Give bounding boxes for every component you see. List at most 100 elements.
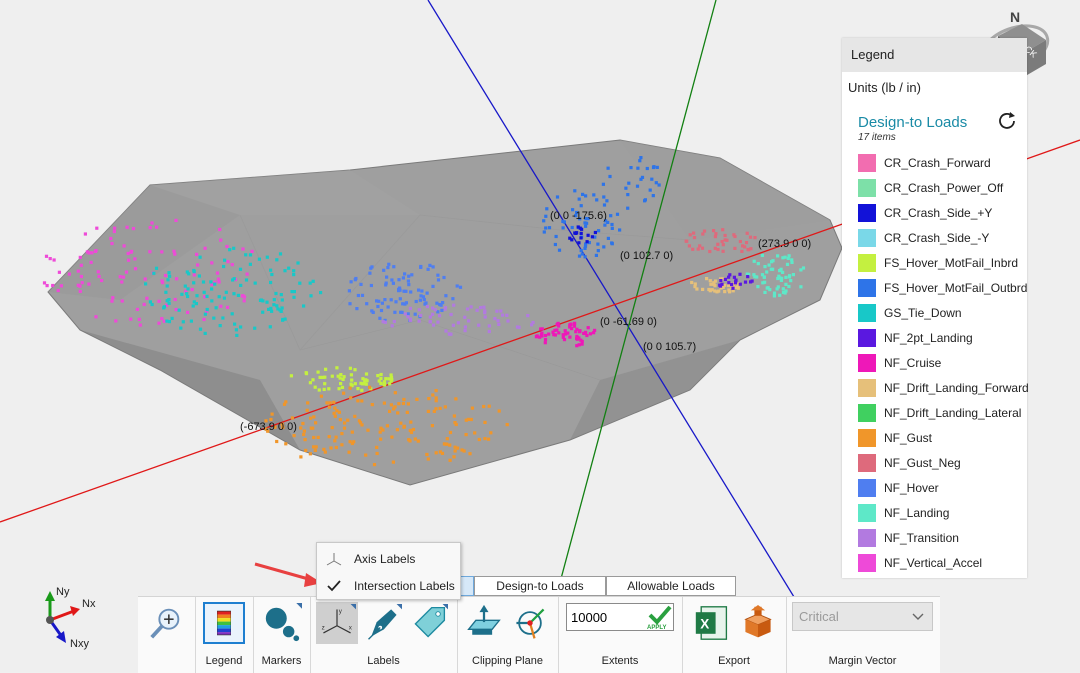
legend-item-label: NF_Gust: [884, 430, 933, 445]
export-excel-button[interactable]: X: [692, 603, 732, 643]
markers-group: Markers: [253, 597, 311, 673]
pen-nib-icon: [368, 604, 402, 640]
menu-item-intersection-labels[interactable]: Intersection Labels: [317, 573, 460, 599]
check-icon: [327, 580, 341, 592]
legend-item-label: NF_2pt_Landing: [884, 330, 973, 345]
legend-item[interactable]: CR_Crash_Side_-Y: [858, 225, 1029, 250]
intersection-label-x-neg: (-673.9 0 0): [240, 421, 297, 433]
tag-icon: [414, 604, 448, 638]
legend-item[interactable]: NF_Drift_Landing_Lateral: [858, 400, 1029, 425]
legend-item[interactable]: NF_Hover: [858, 475, 1029, 500]
axes-icon: y x z: [322, 604, 356, 634]
legend-swatch: [858, 478, 876, 497]
intersection-label-z-pos: (0 0 105.7): [643, 341, 696, 353]
export-group-label: Export: [718, 655, 750, 667]
zoom-in-icon: [150, 608, 180, 639]
svg-text:X: X: [700, 616, 709, 631]
legend-swatch: [858, 428, 876, 447]
legend-swatch: [858, 153, 876, 172]
legend-item[interactable]: NF_Gust_Neg: [858, 450, 1029, 475]
legend-item[interactable]: NF_Drift_Landing_Forward: [858, 375, 1029, 400]
triad-z-label: Nxy: [70, 638, 89, 650]
tab-allowable-loads[interactable]: Allowable Loads: [606, 576, 736, 596]
export-box-icon: [744, 605, 772, 638]
legend-toggle-button[interactable]: [203, 602, 245, 644]
annotation-button[interactable]: [362, 602, 404, 644]
compass-north-label: N: [1010, 9, 1020, 25]
legend-item-label: NF_Vertical_Accel: [884, 555, 983, 570]
intersection-label-y-neg: (0 -61.69 0): [600, 316, 657, 328]
legend-item-label: CR_Crash_Side_+Y: [884, 205, 993, 220]
legend-item[interactable]: GS_Tie_Down: [858, 300, 1029, 325]
legend-item-label: FS_Hover_MotFail_Inbrd: [884, 255, 1019, 270]
markers-icon: [265, 603, 302, 642]
legend-item[interactable]: FS_Hover_MotFail_Inbrd: [858, 250, 1029, 275]
margin-vector-group-label: Margin Vector: [828, 655, 897, 667]
legend-list: CR_Crash_Forward CR_Crash_Power_Off CR_Cra…: [858, 150, 1029, 575]
legend-item-label: NF_Cruise: [884, 355, 942, 370]
svg-text:y: y: [339, 608, 343, 615]
labels-group-label: Labels: [367, 655, 400, 667]
legend-item[interactable]: NF_Transition: [858, 525, 1029, 550]
labels-group: y x z Labels: [310, 597, 458, 673]
svg-text:z: z: [322, 624, 325, 631]
axis-labels-menu-button[interactable]: y x z: [316, 602, 358, 644]
intersection-label-y-pos: (0 102.7 0): [620, 250, 673, 262]
clipping-plane-icon: [467, 604, 501, 635]
legend-item[interactable]: NF_Gust: [858, 425, 1029, 450]
export-group: X Export: [682, 597, 787, 673]
legend-swatch: [858, 278, 876, 297]
margin-vector-value: Critical: [799, 609, 839, 624]
legend-item[interactable]: CR_Crash_Forward: [858, 150, 1029, 175]
legend-item-label: NF_Hover: [884, 480, 939, 495]
triad-y-label: Ny: [56, 586, 70, 598]
extents-group-label: Extents: [601, 655, 639, 667]
axes-small-icon: [326, 553, 342, 566]
refresh-icon[interactable]: [997, 110, 1017, 130]
legend-swatch: [858, 178, 876, 197]
legend-item-label: NF_Transition: [884, 530, 959, 545]
menu-item-axis-labels[interactable]: Axis Labels: [317, 546, 460, 572]
clipping-plane-group-label: Clipping Plane: [472, 655, 543, 667]
tag-button[interactable]: [408, 602, 450, 644]
clipping-plane-orient-button[interactable]: [509, 602, 551, 644]
legend-item-label: NF_Drift_Landing_Forward: [884, 380, 1029, 395]
legend-item-label: NF_Drift_Landing_Lateral: [884, 405, 1022, 420]
zoom-group: [138, 597, 196, 673]
legend-swatch: [858, 303, 876, 322]
apply-extents-button[interactable]: APPLY: [644, 603, 674, 631]
legend-panel: Legend Units (lb / in) Design-to Loads 1…: [842, 38, 1029, 578]
legend-item-label: FS_Hover_MotFail_Outbrd: [884, 280, 1028, 295]
legend-item[interactable]: NF_Cruise: [858, 350, 1029, 375]
color-scale-icon: [217, 610, 231, 636]
legend-item[interactable]: CR_Crash_Side_+Y: [858, 200, 1029, 225]
legend-item[interactable]: NF_2pt_Landing: [858, 325, 1029, 350]
axis-triad: Ny Nx Nxy: [45, 586, 96, 650]
apply-label: APPLY: [647, 625, 666, 631]
legend-item-label: CR_Crash_Side_-Y: [884, 230, 990, 245]
legend-group-label: Legend: [205, 655, 243, 667]
legend-header: Legend: [842, 38, 1027, 72]
legend-item[interactable]: CR_Crash_Power_Off: [858, 175, 1029, 200]
legend-item[interactable]: NF_Landing: [858, 500, 1029, 525]
markers-button[interactable]: [261, 602, 303, 644]
legend-item[interactable]: FS_Hover_MotFail_Outbrd: [858, 275, 1029, 300]
legend-swatch: [858, 453, 876, 472]
excel-icon: X: [695, 606, 728, 640]
legend-swatch: [858, 253, 876, 272]
legend-swatch: [858, 403, 876, 422]
tab-design-to-loads[interactable]: Design-to Loads: [474, 576, 606, 596]
triad-x-label: Nx: [82, 598, 96, 610]
clipping-plane-button[interactable]: [463, 602, 505, 644]
legend-item-label: NF_Gust_Neg: [884, 455, 961, 470]
labels-context-menu: Axis Labels Intersection Labels: [316, 542, 461, 600]
zoom-button[interactable]: [146, 603, 186, 643]
intersection-label-z-neg: (0 0 -175.6): [550, 210, 607, 222]
legend-item[interactable]: NF_Vertical_Accel: [858, 550, 1029, 575]
legend-item-label: GS_Tie_Down: [884, 305, 962, 320]
legend-units: Units (lb / in): [848, 80, 921, 95]
intersection-label-x-pos: (273.9 0 0): [758, 238, 811, 250]
margin-vector-select[interactable]: Critical: [792, 602, 933, 631]
checkmark-icon: APPLY: [647, 605, 672, 631]
export-file-button[interactable]: [738, 603, 778, 643]
